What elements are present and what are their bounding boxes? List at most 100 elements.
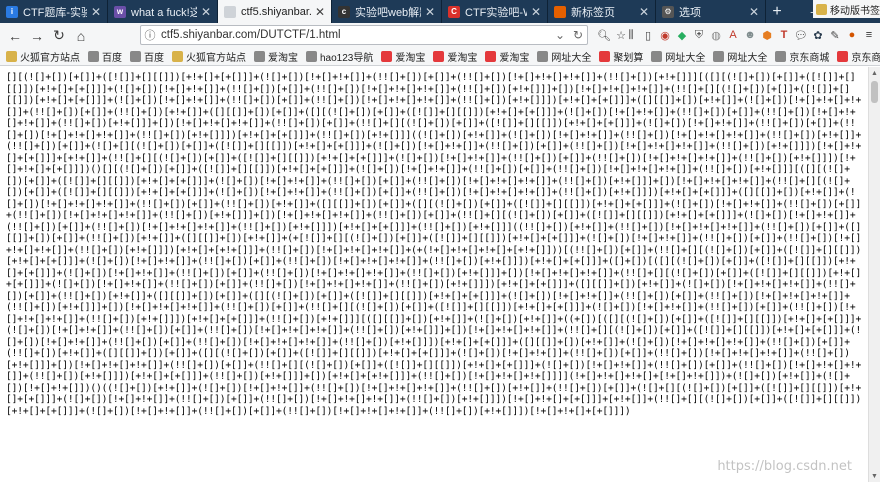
close-tab-icon[interactable]: ✕ (91, 5, 101, 19)
globe-icon (775, 51, 787, 62)
extension-red-icon[interactable]: ◉ (657, 25, 673, 45)
bookmark-label: 京东商城 (851, 53, 880, 64)
extension-brush-icon[interactable]: ✎ (827, 25, 843, 45)
globe-icon (88, 51, 99, 62)
tab[interactable]: C CTF实验吧-WEB专题 ✕ (442, 0, 548, 23)
scrollbar-thumb[interactable] (871, 81, 878, 103)
bookmark-label: 百度 (144, 53, 164, 64)
tab[interactable]: c 实验吧web解题记录 ✕ (332, 0, 442, 23)
back-button[interactable]: ← (4, 25, 26, 47)
mobile-bookmarks-label: 移动版书签 (830, 5, 880, 17)
extension-t-icon[interactable]: T (776, 25, 792, 45)
globe-icon (713, 51, 725, 62)
tab-strip: iCTF题库-实验吧✕wwhat a fuck!这是什么✕ctf5.shiyan… (0, 0, 880, 23)
extension-a-icon[interactable]: A (725, 25, 741, 45)
tab-title: 实验吧web解题记录 (355, 6, 421, 19)
tab-title: what a fuck!这是什么 (131, 6, 197, 19)
folder-icon (6, 51, 17, 62)
reload-icon[interactable]: ↻ (569, 28, 587, 42)
watermark: https://blog.csdn.net (717, 459, 852, 474)
globe-icon (537, 51, 549, 62)
bookmark-label: 网址大全 (727, 53, 768, 64)
bookmark-label: 爱淘宝 (268, 53, 298, 64)
reload-button[interactable]: ↻ (48, 25, 70, 47)
bookmark-label: 网址大全 (665, 53, 706, 64)
sidebar-icon[interactable]: ▯ (640, 25, 656, 45)
dropdown-arrow-icon[interactable]: ⌄ (551, 28, 569, 42)
extension-chat-icon[interactable]: 💬︎ (793, 25, 809, 45)
tab[interactable]: 新标签页 ✕ (548, 0, 656, 23)
bookmark-label: 网址大全 (551, 53, 592, 64)
tab[interactable]: ⚙ 选项 ✕ (656, 0, 766, 23)
tab[interactable]: i CTF题库-实验吧 ✕ (0, 0, 108, 23)
bookmark-list: 火狐官方站点 百度 百度 火狐官方站点 爱淘宝 hao123导航 爱淘宝 爱淘宝 爱淘宝 网址大全… (0, 49, 880, 64)
home-button[interactable]: ⌂ (70, 25, 92, 47)
bookmark-item[interactable]: hao123导航 (306, 49, 373, 64)
close-tab-icon[interactable]: ✕ (749, 5, 759, 19)
page-body-text: [][(![]+[])[+[]]+([![]]+[][[]])[+!+[]+[+… (6, 72, 862, 417)
bookmark-item[interactable]: 爱淘宝 (254, 49, 298, 64)
url-text[interactable]: ctf5.shiyanbar.com/DUTCTF/1.html (159, 29, 551, 41)
bookmark-item[interactable]: 爱淘宝 (485, 49, 529, 64)
bookmark-item[interactable]: 京东商城 (775, 49, 829, 64)
bookmark-item[interactable]: 百度 (88, 49, 122, 64)
close-tab-icon[interactable]: ✕ (315, 5, 325, 19)
tab-favicon-icon: ⚙ (662, 5, 674, 18)
vertical-scrollbar[interactable]: ▲ ▼ (868, 67, 880, 482)
bookmark-item[interactable]: 网址大全 (651, 49, 705, 64)
bookmark-label: 爱淘宝 (447, 53, 478, 64)
juhuasuan-icon (599, 51, 611, 62)
taobao-icon (433, 51, 445, 62)
bookmark-item[interactable]: 爱淘宝 (433, 49, 477, 64)
tab[interactable]: w what a fuck!这是什么 ✕ (108, 0, 218, 23)
extension-green-icon[interactable]: ◆ (674, 25, 690, 45)
bookmark-item[interactable]: 网址大全 (537, 49, 591, 64)
extension-orange-icon[interactable]: ● (844, 25, 860, 45)
globe-icon (254, 51, 265, 62)
extension-shield-icon[interactable]: ⛨ (691, 25, 707, 45)
tab-favicon-icon: c (338, 5, 350, 18)
bookmark-item[interactable]: 百度 (130, 49, 164, 64)
close-tab-icon[interactable]: ✕ (639, 5, 649, 19)
extension-mask-icon[interactable]: ☻ (742, 25, 758, 45)
search-icon[interactable]: 🔍︎ (596, 25, 612, 45)
extension-pin-icon[interactable]: ⬢ (759, 25, 775, 45)
tab-favicon-icon (554, 5, 566, 18)
bookmark-item[interactable]: 爱淘宝 (381, 49, 425, 64)
bookmark-item[interactable]: 火狐官方站点 (6, 49, 80, 64)
tab-favicon-icon (224, 5, 236, 18)
bookmark-item[interactable]: 网址大全 (713, 49, 767, 64)
bookmarks-toolbar: 火狐官方站点 百度 百度 火狐官方站点 爱淘宝 hao123导航 爱淘宝 爱淘宝 爱淘宝 网址大全… (0, 48, 880, 66)
mobile-bookmarks-folder[interactable]: 移动版书签 (813, 0, 880, 18)
close-tab-icon[interactable]: ✕ (201, 5, 211, 19)
folder-icon (816, 3, 827, 15)
tab[interactable]: ctf5.shiyanbar.com/DU ✕ (218, 0, 332, 23)
folder-icon (172, 51, 183, 62)
menu-icon[interactable]: ≡ (861, 25, 877, 45)
forward-button[interactable]: → (26, 25, 48, 47)
tab-title: CTF实验吧-WEB专题 (465, 6, 527, 19)
bookmark-item[interactable]: 京东商城 (837, 49, 880, 64)
bookmark-label: 火狐官方站点 (20, 53, 80, 64)
globe-icon (651, 51, 663, 62)
bookmark-label: 爱淘宝 (499, 53, 530, 64)
tab-favicon-icon: i (6, 5, 18, 18)
url-bar[interactable]: ⓘ ctf5.shiyanbar.com/DUTCTF/1.html ⌄ ↻ (140, 25, 588, 45)
bookmark-label: hao123导航 (320, 53, 374, 64)
scroll-up-arrow-icon[interactable]: ▲ (869, 67, 880, 79)
bookmark-item[interactable]: 火狐官方站点 (172, 49, 246, 64)
extension-puzzle-icon[interactable]: ✿ (810, 25, 826, 45)
new-tab-button[interactable]: + (766, 0, 788, 23)
bookmark-item[interactable]: 聚划算 (599, 49, 643, 64)
extension-gray-icon[interactable]: ◍ (708, 25, 724, 45)
close-tab-icon[interactable]: ✕ (531, 5, 541, 19)
navigation-toolbar: ← → ↻ ⌂ ⓘ ctf5.shiyanbar.com/DUTCTF/1.ht… (0, 23, 880, 48)
library-icon[interactable]: ⫼ (623, 25, 639, 45)
bookmark-label: 百度 (102, 53, 122, 64)
scroll-down-arrow-icon[interactable]: ▼ (869, 470, 880, 482)
site-info-icon[interactable]: ⓘ (141, 27, 159, 43)
tab-title: 选项 (679, 6, 701, 19)
bookmark-label: 火狐官方站点 (186, 53, 246, 64)
close-tab-icon[interactable]: ✕ (425, 5, 435, 19)
jd-icon (837, 51, 849, 62)
